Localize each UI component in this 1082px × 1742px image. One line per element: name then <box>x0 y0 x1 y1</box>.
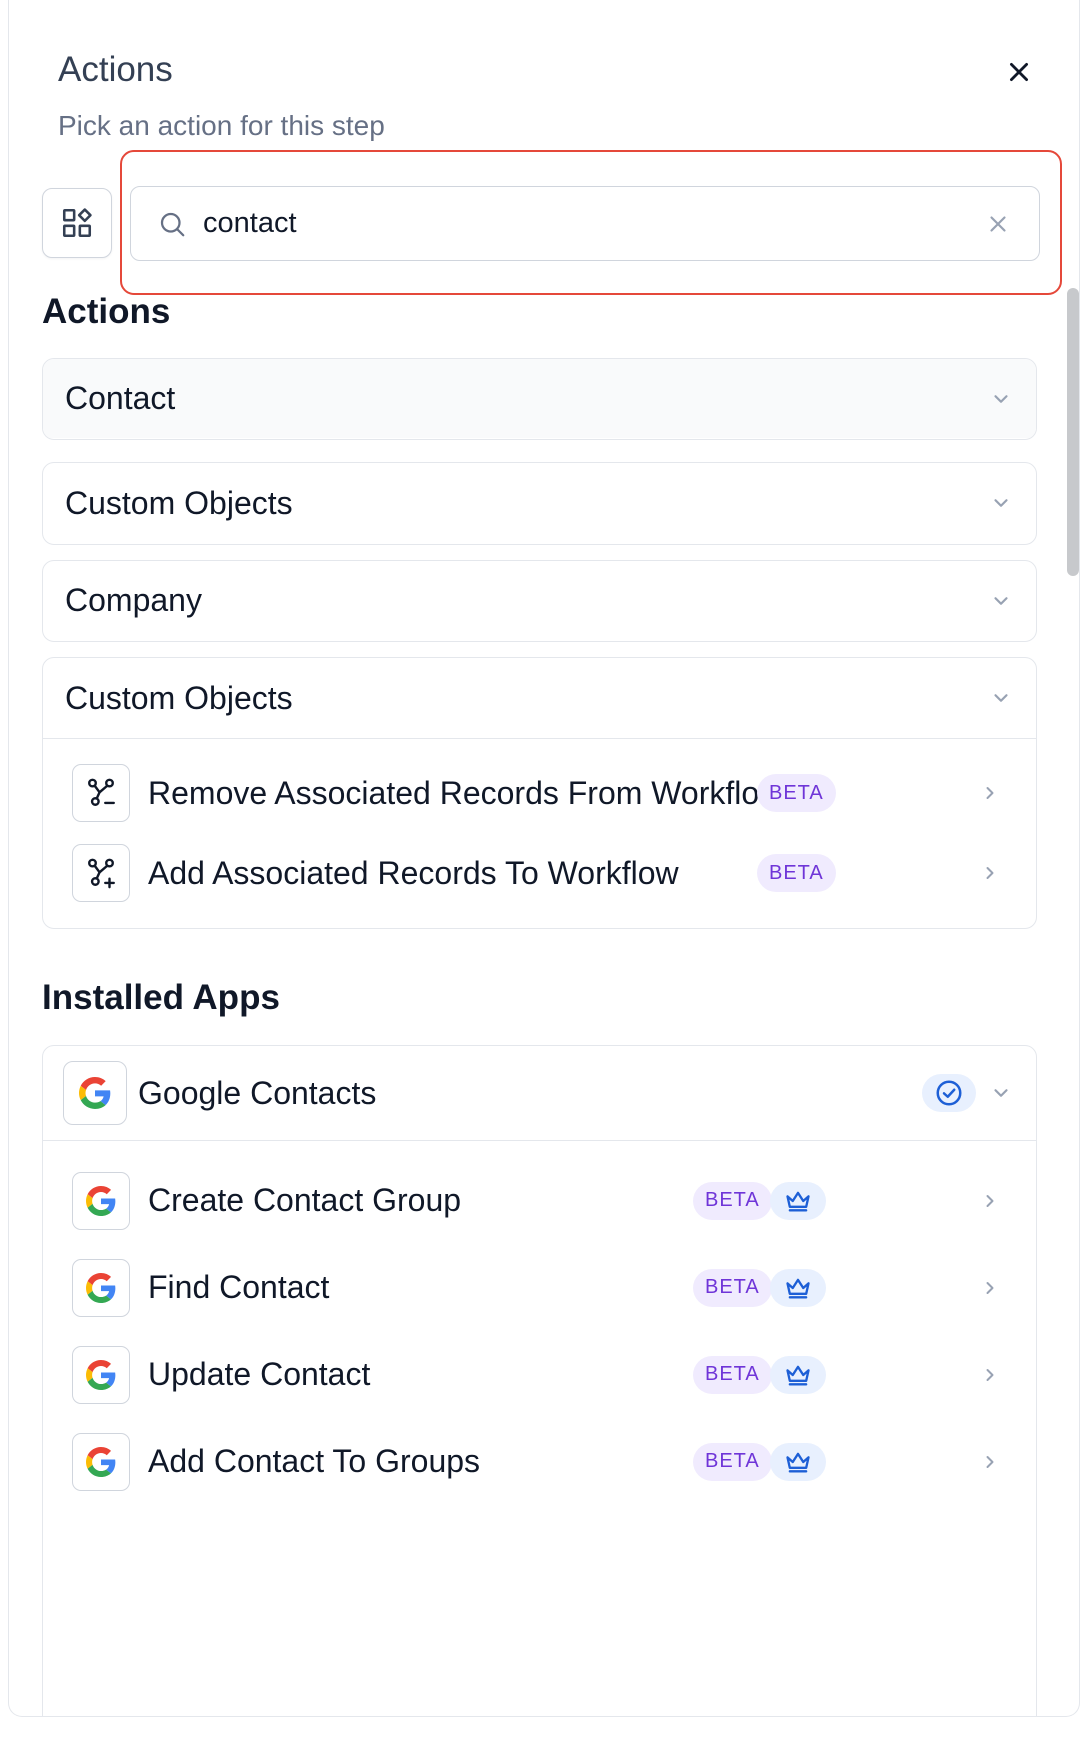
action-item-label: Add Associated Records To Workflow <box>148 854 679 891</box>
accordion-header-company[interactable]: Company <box>43 561 1036 640</box>
beta-badge: BETA <box>693 1181 772 1220</box>
crown-icon <box>784 1361 812 1389</box>
accordion-company: Company <box>42 560 1037 642</box>
beta-badge: BETA <box>757 854 836 892</box>
google-logo-icon <box>72 1258 130 1317</box>
installed-apps-section-title: Installed Apps <box>42 978 280 1017</box>
actions-panel: Actions Pick an action for this step Act… <box>8 0 1080 1717</box>
action-item-find-contact[interactable]: Find Contact BETA <box>43 1244 1036 1331</box>
search-input[interactable] <box>201 206 965 241</box>
accordion-label: Custom Objects <box>65 679 293 716</box>
panel-title: Actions <box>58 50 173 89</box>
accordion-label: Custom Objects <box>65 484 293 521</box>
workflow-remove-icon <box>72 764 130 822</box>
action-item-label: Remove Associated Records From Workflow <box>148 774 783 811</box>
crown-icon <box>784 1448 812 1476</box>
accordion-header-contact[interactable]: Contact <box>43 359 1036 438</box>
app-google-contacts: Google Contacts Create Contact Group BET… <box>42 1045 1037 1716</box>
premium-badge <box>770 1442 826 1481</box>
google-logo-icon <box>72 1432 130 1491</box>
accordion-custom-objects-expanded: Custom Objects Remove Associated Records… <box>42 657 1037 929</box>
action-item-add-contact-to-groups[interactable]: Add Contact To Groups BETA <box>43 1418 1036 1505</box>
beta-badge: BETA <box>693 1442 772 1481</box>
crown-icon <box>784 1187 812 1215</box>
beta-badge: BETA <box>693 1268 772 1307</box>
chevron-down-icon <box>990 1082 1012 1104</box>
chevron-right-icon <box>980 1191 1000 1211</box>
chevron-down-icon <box>990 388 1012 410</box>
chevron-right-icon <box>980 1278 1000 1298</box>
accordion-label: Company <box>65 582 202 618</box>
beta-badge: BETA <box>693 1355 772 1394</box>
beta-badge: BETA <box>757 774 836 812</box>
accordion-contact: Contact <box>42 358 1037 440</box>
premium-badge <box>770 1268 826 1307</box>
action-item-label: Update Contact <box>148 1356 371 1392</box>
action-item-label: Create Contact Group <box>148 1182 462 1218</box>
search-box <box>130 186 1040 261</box>
google-logo-icon <box>72 1345 130 1404</box>
app-header-google-contacts[interactable]: Google Contacts <box>43 1046 1036 1140</box>
panel-subtitle: Pick an action for this step <box>58 110 385 141</box>
verified-badge <box>922 1074 976 1112</box>
accordion-custom-objects: Custom Objects <box>42 462 1037 545</box>
chevron-down-icon <box>990 492 1012 514</box>
action-item-add-associated-records[interactable]: Add Associated Records To Workflow BETA <box>43 833 1036 913</box>
chevron-down-icon <box>990 687 1012 709</box>
action-item-create-contact-group[interactable]: Create Contact Group BETA <box>43 1157 1036 1244</box>
search-icon <box>160 212 185 236</box>
action-item-update-contact[interactable]: Update Contact BETA <box>43 1331 1036 1418</box>
chevron-right-icon <box>980 863 1000 883</box>
workflow-add-icon <box>72 844 130 902</box>
apps-filter-button[interactable] <box>42 188 112 258</box>
actions-section-title: Actions <box>42 292 171 331</box>
google-logo-icon <box>63 1061 127 1125</box>
app-label: Google Contacts <box>138 1074 377 1111</box>
scrollbar-thumb[interactable] <box>1067 288 1079 576</box>
premium-badge <box>770 1181 826 1220</box>
close-icon <box>1010 63 1028 81</box>
chevron-right-icon <box>980 783 1000 803</box>
action-item-remove-associated-records[interactable]: Remove Associated Records From Workflow … <box>43 753 1036 833</box>
close-button[interactable] <box>999 52 1039 92</box>
action-item-label: Add Contact To Groups <box>148 1443 481 1479</box>
chevron-right-icon <box>980 1365 1000 1385</box>
google-logo-icon <box>72 1171 130 1230</box>
chevron-down-icon <box>990 590 1012 612</box>
action-item-label: Find Contact <box>148 1269 330 1305</box>
apps-grid-icon <box>62 208 92 238</box>
verified-check-icon <box>936 1080 962 1106</box>
premium-badge <box>770 1355 826 1394</box>
clear-icon[interactable] <box>985 211 1011 237</box>
accordion-label: Contact <box>65 380 176 416</box>
crown-icon <box>784 1274 812 1302</box>
accordion-header-custom-objects[interactable]: Custom Objects <box>43 658 1036 738</box>
chevron-right-icon <box>980 1452 1000 1472</box>
accordion-header-custom-objects[interactable]: Custom Objects <box>43 463 1036 543</box>
